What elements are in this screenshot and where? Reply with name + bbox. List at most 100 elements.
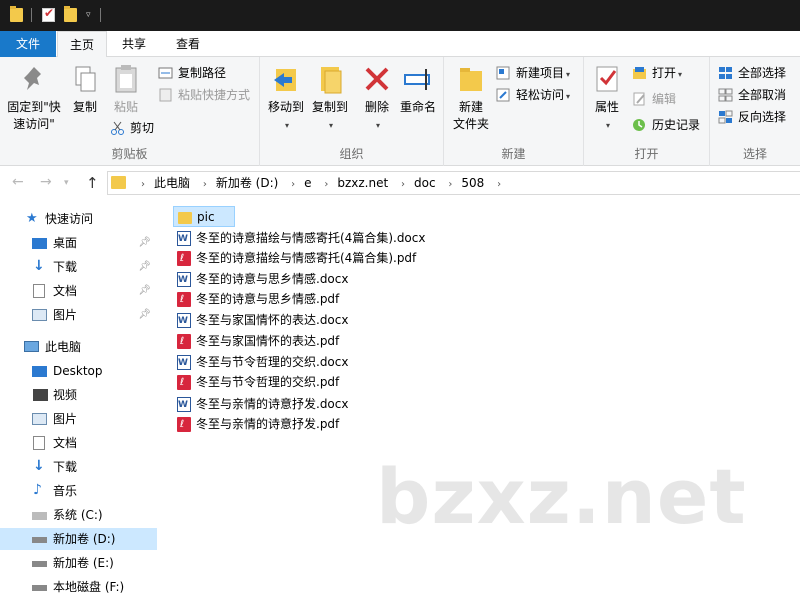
easy-access-icon xyxy=(496,88,511,102)
easy-access-button[interactable]: 轻松访问 ▾ xyxy=(494,85,570,105)
breadcrumb-this-pc[interactable]: 此电脑 xyxy=(154,176,190,190)
customize-toolbar-icon[interactable]: ▿ xyxy=(86,10,91,26)
paste-button[interactable]: 粘贴 xyxy=(108,63,144,116)
file-name: 冬至与家国情怀的表达.pdf xyxy=(196,334,340,348)
properties-quick-icon[interactable] xyxy=(42,6,55,22)
sidebar-item-this-pc[interactable]: 此电脑 xyxy=(0,336,157,358)
tab-view[interactable]: 查看 xyxy=(161,31,215,57)
move-to-button[interactable]: 移动到 ▾ xyxy=(264,63,308,134)
rename-button[interactable]: 重命名 xyxy=(396,63,440,116)
sidebar-item-label: 本地磁盘 (F:) xyxy=(53,580,125,594)
clipboard-icon xyxy=(111,63,141,95)
list-item-folder-pic[interactable]: pic xyxy=(173,206,235,227)
chevron-right-icon: › xyxy=(202,179,207,190)
copy-button[interactable]: 复制 xyxy=(68,63,102,116)
forward-button[interactable]: → xyxy=(40,174,52,190)
select-none-button[interactable]: 全部取消 xyxy=(716,85,786,105)
picture-icon xyxy=(32,309,47,321)
easy-access-label: 轻松访问 xyxy=(516,88,565,102)
breadcrumb-508[interactable]: 508 xyxy=(461,176,484,190)
chevron-down-icon: ▾ xyxy=(375,121,380,130)
tab-home[interactable]: 主页 xyxy=(57,31,107,58)
open-icon xyxy=(632,66,647,80)
chevron-right-icon: › xyxy=(324,179,329,190)
chevron-down-icon: ▾ xyxy=(678,70,683,79)
back-button[interactable]: ← xyxy=(12,174,24,190)
file-name: 冬至与节令哲理的交织.docx xyxy=(196,355,349,369)
sidebar-item-downloads-pc[interactable]: ↓ 下载 xyxy=(0,456,157,478)
sidebar-item-documents[interactable]: 文档 📌︎ xyxy=(0,280,157,302)
new-folder-label: 新建 文件夹 xyxy=(452,100,489,131)
sidebar-item-label: 新加卷 (D:) xyxy=(53,532,116,546)
new-folder-button[interactable]: 新建 文件夹 xyxy=(450,63,492,133)
chevron-right-icon: › xyxy=(448,179,453,190)
sidebar-item-desktop-pc[interactable]: Desktop xyxy=(0,360,157,382)
pin-quick-access-button[interactable]: 固定到"快速访问" xyxy=(4,63,64,133)
sidebar-item-music[interactable]: ♪ 音乐 xyxy=(0,480,157,502)
up-button[interactable]: ↑ xyxy=(86,174,99,192)
sidebar-item-desktop[interactable]: 桌面 📌︎ xyxy=(0,232,157,254)
chevron-down-icon: ▾ xyxy=(566,70,571,79)
invert-selection-button[interactable]: 反向选择 xyxy=(716,107,786,127)
copy-to-button[interactable]: 复制到 ▾ xyxy=(308,63,352,134)
history-button[interactable]: 历史记录 xyxy=(630,115,700,135)
select-none-label: 全部取消 xyxy=(738,88,787,102)
ribbon-tabs: 文件 主页 共享 查看 xyxy=(0,31,800,58)
file-name: 冬至与节令哲理的交织.pdf xyxy=(196,375,340,389)
file-name: 冬至的诗意描绘与情感寄托(4篇合集).pdf xyxy=(196,251,417,265)
chevron-right-icon: › xyxy=(401,179,406,190)
delete-button[interactable]: 删除 ▾ xyxy=(360,63,394,134)
breadcrumb: › 此电脑 › 新加卷 (D:) › e › bzxz.net › doc › 508 › xyxy=(132,172,510,194)
sidebar-item-label: 视频 xyxy=(53,388,78,402)
sidebar-item-documents-pc[interactable]: 文档 xyxy=(0,432,157,454)
new-item-button[interactable]: 新建项目 ▾ xyxy=(494,63,570,83)
select-all-icon xyxy=(718,66,733,80)
edit-button[interactable]: 编辑 xyxy=(630,89,676,109)
separator xyxy=(31,8,32,22)
pin-icon: 📌︎ xyxy=(138,237,151,248)
sidebar-item-quick-access[interactable]: ★ 快速访问 xyxy=(0,208,157,230)
chevron-down-icon: ▾ xyxy=(566,92,571,101)
tab-file[interactable]: 文件 xyxy=(0,31,56,57)
sidebar-item-drive-c[interactable]: 系统 (C:) xyxy=(0,504,157,526)
cut-button[interactable]: 剪切 xyxy=(108,118,154,138)
copy-path-icon xyxy=(158,66,173,80)
download-icon: ↓ xyxy=(33,258,45,274)
sidebar-item-label: 图片 xyxy=(53,412,78,426)
clipboard-group: 固定到"快速访问" 复制 粘贴 复制路径 粘贴快捷方式 剪切 剪贴板 xyxy=(0,57,260,166)
tab-share[interactable]: 共享 xyxy=(109,31,159,57)
path-box[interactable]: › 此电脑 › 新加卷 (D:) › e › bzxz.net › doc › 508 › xyxy=(107,171,800,195)
sidebar-item-pictures[interactable]: 图片 📌︎ xyxy=(0,304,157,326)
pdf-icon xyxy=(177,248,191,269)
select-all-button[interactable]: 全部选择 xyxy=(716,63,786,83)
file-name: 冬至的诗意与思乡情感.pdf xyxy=(196,292,340,306)
word-document-icon xyxy=(177,353,191,374)
title-bar: ▿ xyxy=(0,0,800,31)
properties-label: 属性 xyxy=(594,100,619,114)
recent-locations-button[interactable]: ▾ xyxy=(64,178,69,188)
breadcrumb-doc[interactable]: doc xyxy=(414,176,436,190)
paste-shortcut-button[interactable]: 粘贴快捷方式 xyxy=(156,85,250,105)
new-item-icon xyxy=(496,66,511,80)
copy-path-button[interactable]: 复制路径 xyxy=(156,63,226,83)
sidebar-item-drive-f[interactable]: 本地磁盘 (F:) xyxy=(0,576,157,598)
sidebar-item-videos[interactable]: 视频 xyxy=(0,384,157,406)
folder-icon[interactable] xyxy=(10,6,23,22)
properties-button[interactable]: 属性 ▾ xyxy=(590,63,624,134)
clipboard-group-label: 剪贴板 xyxy=(111,147,148,161)
breadcrumb-bzxz[interactable]: bzxz.net xyxy=(337,176,388,190)
open-button[interactable]: 打开 ▾ xyxy=(630,63,682,83)
sidebar-item-drive-d[interactable]: 新加卷 (D:) xyxy=(0,528,157,550)
copy-to-icon xyxy=(315,63,345,95)
sidebar-item-pictures-pc[interactable]: 图片 xyxy=(0,408,157,430)
document-icon xyxy=(33,284,45,298)
history-icon xyxy=(632,118,647,132)
pdf-icon xyxy=(177,414,191,435)
pin-icon: 📌︎ xyxy=(138,285,151,296)
pdf-icon xyxy=(177,331,191,352)
new-folder-quick-icon[interactable] xyxy=(64,6,77,22)
breadcrumb-drive-d[interactable]: 新加卷 (D:) xyxy=(216,176,278,190)
breadcrumb-e[interactable]: e xyxy=(304,176,311,190)
sidebar-item-downloads[interactable]: ↓ 下载 📌︎ xyxy=(0,256,157,278)
sidebar-item-drive-e[interactable]: 新加卷 (E:) xyxy=(0,552,157,574)
